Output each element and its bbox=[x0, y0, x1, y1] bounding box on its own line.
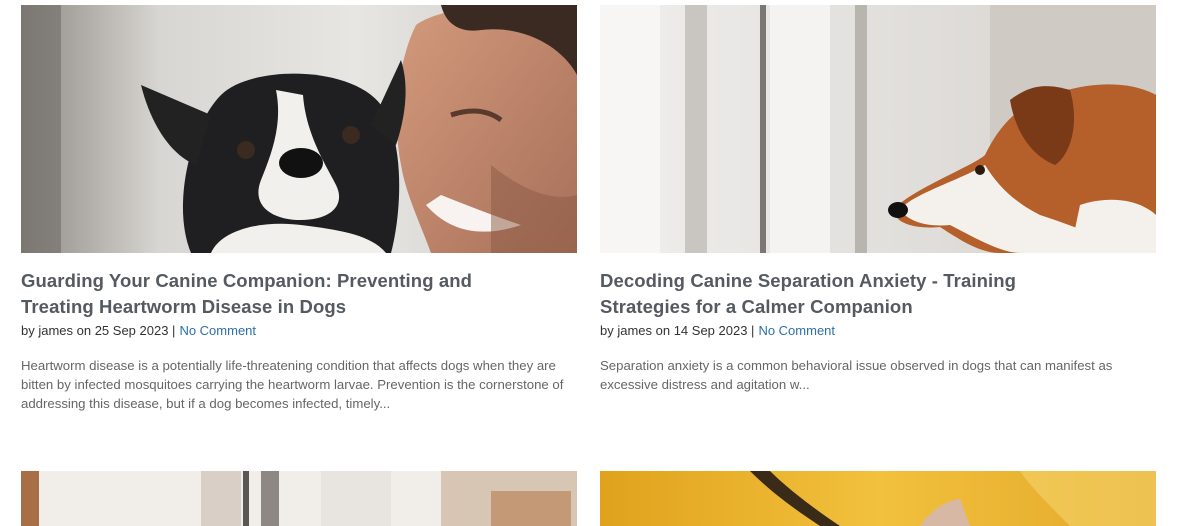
post-card bbox=[21, 471, 577, 526]
yellow-photo bbox=[600, 471, 1156, 526]
post-card: Decoding Canine Separation Anxiety - Tra… bbox=[600, 5, 1156, 394]
post-title-line1[interactable]: Guarding Your Canine Companion: Preventi… bbox=[21, 270, 472, 291]
comment-link[interactable]: No Comment bbox=[758, 323, 835, 338]
window-photo bbox=[21, 471, 577, 526]
post-card bbox=[600, 471, 1156, 526]
post-excerpt: Heartworm disease is a potentially life-… bbox=[21, 358, 564, 411]
comment-link[interactable]: No Comment bbox=[179, 323, 256, 338]
post-title-line2[interactable]: Treating Heartworm Disease in Dogs bbox=[21, 296, 346, 317]
post-title[interactable]: Guarding Your Canine Companion: Preventi… bbox=[21, 268, 577, 320]
post-title-line1[interactable]: Decoding Canine Separation Anxiety - Tra… bbox=[600, 270, 1016, 291]
post-author-date: by james on 25 Sep 2023 | bbox=[21, 323, 176, 338]
dog-and-man-photo bbox=[21, 5, 577, 253]
dog-at-window-photo bbox=[600, 5, 1156, 253]
post-excerpt: Separation anxiety is a common behaviora… bbox=[600, 358, 1113, 392]
post-author-date: by james on 14 Sep 2023 | bbox=[600, 323, 755, 338]
post-meta: by james on 14 Sep 2023 | No Comment bbox=[600, 322, 1156, 340]
post-title[interactable]: Decoding Canine Separation Anxiety - Tra… bbox=[600, 268, 1156, 320]
post-card: Guarding Your Canine Companion: Preventi… bbox=[21, 5, 577, 413]
post-thumbnail-dog-and-man[interactable] bbox=[21, 5, 577, 253]
post-thumbnail[interactable] bbox=[21, 471, 577, 526]
post-title-line2[interactable]: Strategies for a Calmer Companion bbox=[600, 296, 913, 317]
post-meta: by james on 25 Sep 2023 | No Comment bbox=[21, 322, 577, 340]
post-thumbnail-dog-window[interactable] bbox=[600, 5, 1156, 253]
post-thumbnail[interactable] bbox=[600, 471, 1156, 526]
